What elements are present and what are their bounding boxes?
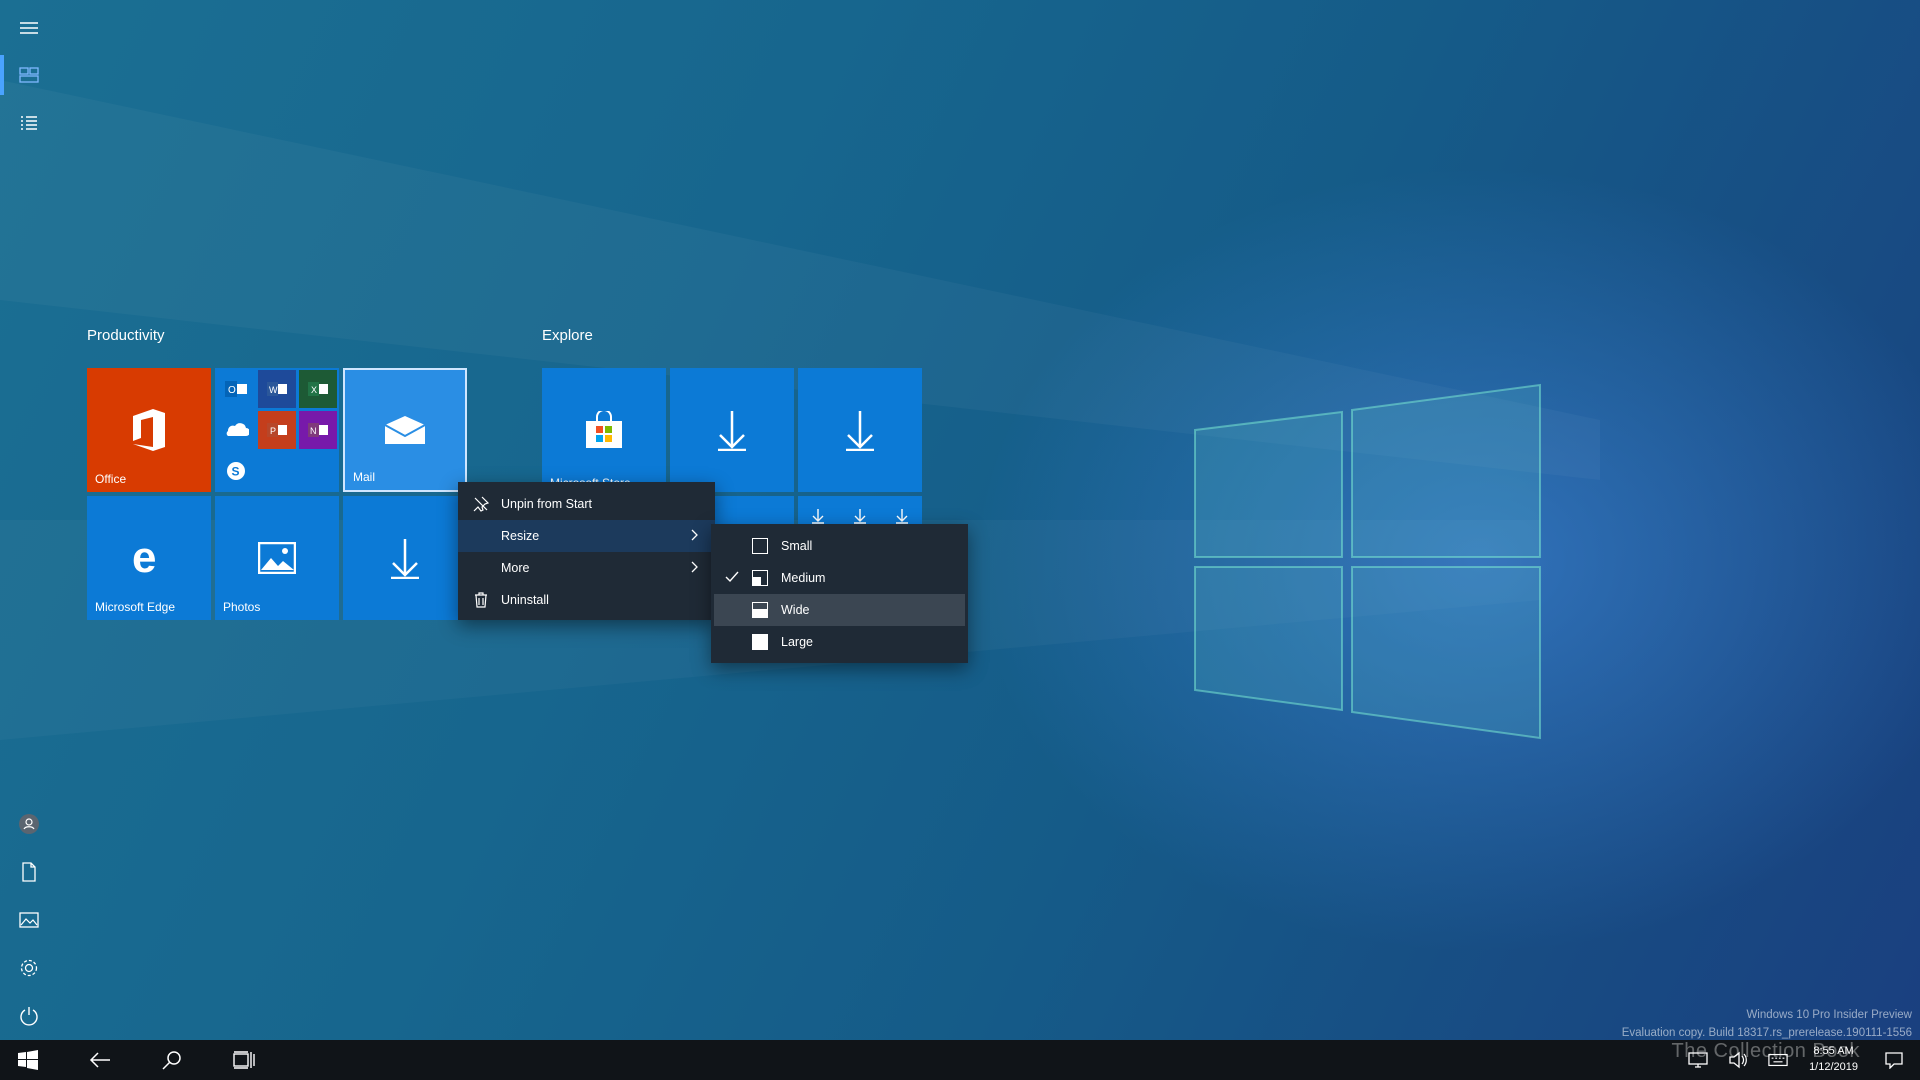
tile-mail[interactable]: Mail [343, 368, 467, 492]
checkmark-icon [725, 571, 739, 586]
chevron-right-icon [691, 561, 699, 576]
download-arrow-icon [670, 368, 794, 492]
tile-label: Microsoft Edge [95, 600, 176, 614]
menu-item-label: Small [781, 539, 813, 553]
word-icon: W [258, 370, 296, 408]
tile-downloading[interactable] [343, 496, 467, 620]
resize-option-large[interactable]: Large [711, 626, 968, 658]
tile-microsoft-edge[interactable]: e Microsoft Edge [87, 496, 211, 620]
tile-context-menu: Unpin from Start Resize More Uninstall [458, 482, 715, 620]
small-download-icons [812, 508, 908, 524]
tile-photos[interactable]: Photos [215, 496, 339, 620]
skype-icon: S [217, 452, 255, 490]
menu-item-label: Medium [781, 571, 826, 585]
taskbar: 8:55 AM 1/12/2019 [0, 1040, 1920, 1080]
settings-gear-icon[interactable] [0, 945, 58, 991]
trash-icon [472, 591, 490, 609]
outlook-icon: O [217, 370, 255, 408]
resize-option-wide[interactable]: Wide [714, 594, 965, 626]
menu-item-label: More [501, 561, 530, 575]
store-bag-icon [542, 368, 666, 492]
search-icon [162, 1051, 181, 1070]
start-button[interactable] [4, 1040, 52, 1080]
menu-item-uninstall[interactable]: Uninstall [458, 584, 715, 616]
unpin-icon [472, 495, 490, 513]
svg-text:N: N [310, 426, 317, 436]
resize-option-medium[interactable]: Medium [711, 562, 968, 594]
hamburger-icon[interactable] [0, 5, 58, 51]
group-title-productivity[interactable]: Productivity [87, 327, 165, 344]
powerpoint-icon: P [258, 411, 296, 449]
back-button[interactable] [76, 1040, 124, 1080]
tile-microsoft-store[interactable]: Microsoft Store [542, 368, 666, 492]
start-left-rail [0, 0, 58, 1040]
svg-text:O: O [228, 385, 236, 396]
group-title-explore[interactable]: Explore [542, 327, 593, 344]
medium-size-icon [752, 570, 768, 586]
task-view-button[interactable] [220, 1040, 268, 1080]
user-avatar-icon[interactable] [0, 801, 58, 847]
onenote-icon: N [299, 411, 337, 449]
svg-text:P: P [270, 426, 276, 436]
action-center-icon[interactable] [1884, 1050, 1904, 1070]
onedrive-icon [217, 411, 255, 449]
menu-item-label: Wide [781, 603, 810, 617]
menu-item-resize[interactable]: Resize [458, 520, 715, 552]
tile-label: Photos [223, 600, 261, 614]
small-size-icon [752, 538, 768, 554]
brand-overlay-watermark: The Collection Book [1671, 1040, 1860, 1062]
windows-logo-icon [18, 1050, 38, 1070]
tile-label: Office [95, 472, 127, 486]
documents-icon[interactable] [0, 849, 58, 895]
build-watermark: Windows 10 Pro Insider Preview Evaluatio… [1622, 1006, 1912, 1042]
tile-office-apps-folder[interactable]: O W X P N S [215, 368, 339, 492]
back-arrow-icon [89, 1052, 110, 1068]
tile-label: Mail [353, 470, 376, 484]
large-size-icon [752, 634, 768, 650]
tile-downloading-2[interactable] [670, 368, 794, 492]
excel-icon: X [299, 370, 337, 408]
menu-item-label: Large [781, 635, 813, 649]
all-apps-list-icon[interactable] [0, 100, 58, 146]
tile-downloading-3[interactable] [798, 368, 922, 492]
chevron-right-icon [691, 529, 699, 544]
svg-text:S: S [232, 465, 240, 479]
power-icon[interactable] [0, 993, 58, 1039]
resize-submenu: Small Medium Wide Large [711, 524, 968, 663]
menu-item-more[interactable]: More [458, 552, 715, 584]
pictures-icon[interactable] [0, 897, 58, 943]
wide-size-icon [752, 602, 768, 618]
resize-option-small[interactable]: Small [711, 530, 968, 562]
download-arrow-icon [343, 496, 467, 620]
watermark-line-1: Windows 10 Pro Insider Preview [1746, 1009, 1912, 1021]
tile-office[interactable]: Office [87, 368, 211, 492]
svg-text:W: W [269, 385, 278, 395]
menu-item-unpin[interactable]: Unpin from Start [458, 488, 715, 520]
svg-text:e: e [132, 538, 156, 578]
svg-text:X: X [311, 385, 317, 395]
menu-item-label: Resize [501, 529, 540, 543]
menu-item-label: Unpin from Start [501, 497, 593, 511]
task-view-icon [233, 1051, 255, 1069]
search-button[interactable] [148, 1040, 196, 1080]
menu-item-label: Uninstall [501, 593, 549, 607]
pinned-tiles-icon[interactable] [0, 52, 58, 98]
download-arrow-icon [798, 368, 922, 492]
